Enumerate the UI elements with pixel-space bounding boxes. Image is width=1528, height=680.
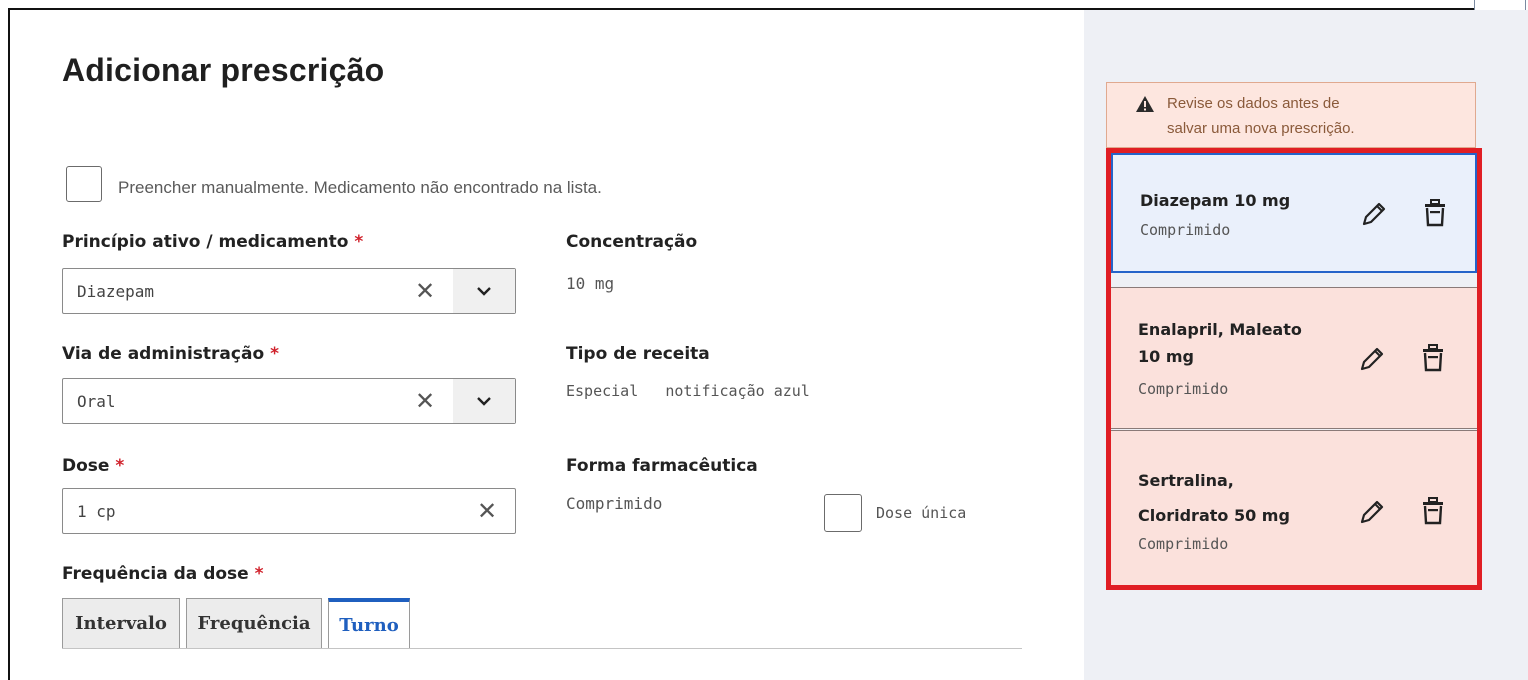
required-marker: * [270,344,279,364]
frequencia-label: Frequência da dose * [62,564,264,584]
tipo-receita-value: Especial notificação azul [566,382,810,400]
trash-icon[interactable] [1423,199,1447,232]
warning-text: Revise os dados antes de salvar uma nova… [1167,95,1355,137]
required-marker: * [254,564,264,584]
dose-unica-label: Dose única [876,504,967,522]
prescription-name: Enalapril, Maleato 10 mg [1138,320,1302,366]
prescription-name: Diazepam 10 mg [1140,191,1291,210]
via-select[interactable]: Oral ✕ [62,378,516,424]
warning-icon [1135,95,1155,118]
via-label: Via de administração * [62,344,279,364]
pencil-icon[interactable] [1357,497,1387,532]
tab-turno[interactable]: Turno [328,598,410,648]
forma-label: Forma farmacêutica [566,456,758,476]
warning-alert: Revise os dados antes de salvar uma nova… [1106,82,1476,148]
concentracao-label: Concentração [566,232,698,252]
via-value: Oral [77,392,116,411]
prescription-card[interactable]: Enalapril, Maleato 10 mg Comprimido [1111,287,1477,429]
forma-value: Comprimido [566,494,663,513]
trash-icon[interactable] [1421,497,1445,530]
chevron-down-icon[interactable] [453,379,515,423]
prescription-form: Comprimido [1140,221,1231,239]
dose-unica-checkbox[interactable] [824,494,862,532]
manual-checkbox[interactable] [66,166,102,202]
clear-icon[interactable]: ✕ [415,277,435,305]
pencil-icon[interactable] [1359,199,1389,234]
prescription-card[interactable]: Diazepam 10 mg Comprimido [1111,153,1477,273]
clear-icon[interactable]: ✕ [415,387,435,415]
dose-input[interactable]: 1 cp ✕ [62,488,516,534]
principio-value: Diazepam [77,282,155,301]
prescription-name: Sertralina, Cloridrato 50 mg [1138,471,1290,525]
trash-icon[interactable] [1421,344,1445,377]
prescription-form: Comprimido [1138,380,1229,398]
clear-icon[interactable]: ✕ [477,497,497,525]
principio-select[interactable]: Diazepam ✕ [62,268,516,314]
manual-checkbox-label: Preencher manualmente. Medicamento não e… [118,178,602,197]
prescription-form: Comprimido [1138,535,1229,553]
dose-label: Dose * [62,456,125,476]
required-marker: * [354,232,364,252]
chevron-down-icon[interactable] [453,269,515,313]
tab-frequencia[interactable]: Frequência [186,598,322,648]
dose-value: 1 cp [77,502,116,521]
tabs-divider [62,648,1022,649]
prescription-card[interactable]: Sertralina, Cloridrato 50 mg Comprimido [1111,430,1477,585]
concentracao-value: 10 mg [566,274,615,293]
tipo-receita-label: Tipo de receita [566,344,710,364]
tab-intervalo[interactable]: Intervalo [62,598,180,648]
page-title: Adicionar prescrição [62,52,385,88]
pencil-icon[interactable] [1357,344,1387,379]
required-marker: * [115,456,125,476]
principio-label: Princípio ativo / medicamento * [62,232,364,252]
